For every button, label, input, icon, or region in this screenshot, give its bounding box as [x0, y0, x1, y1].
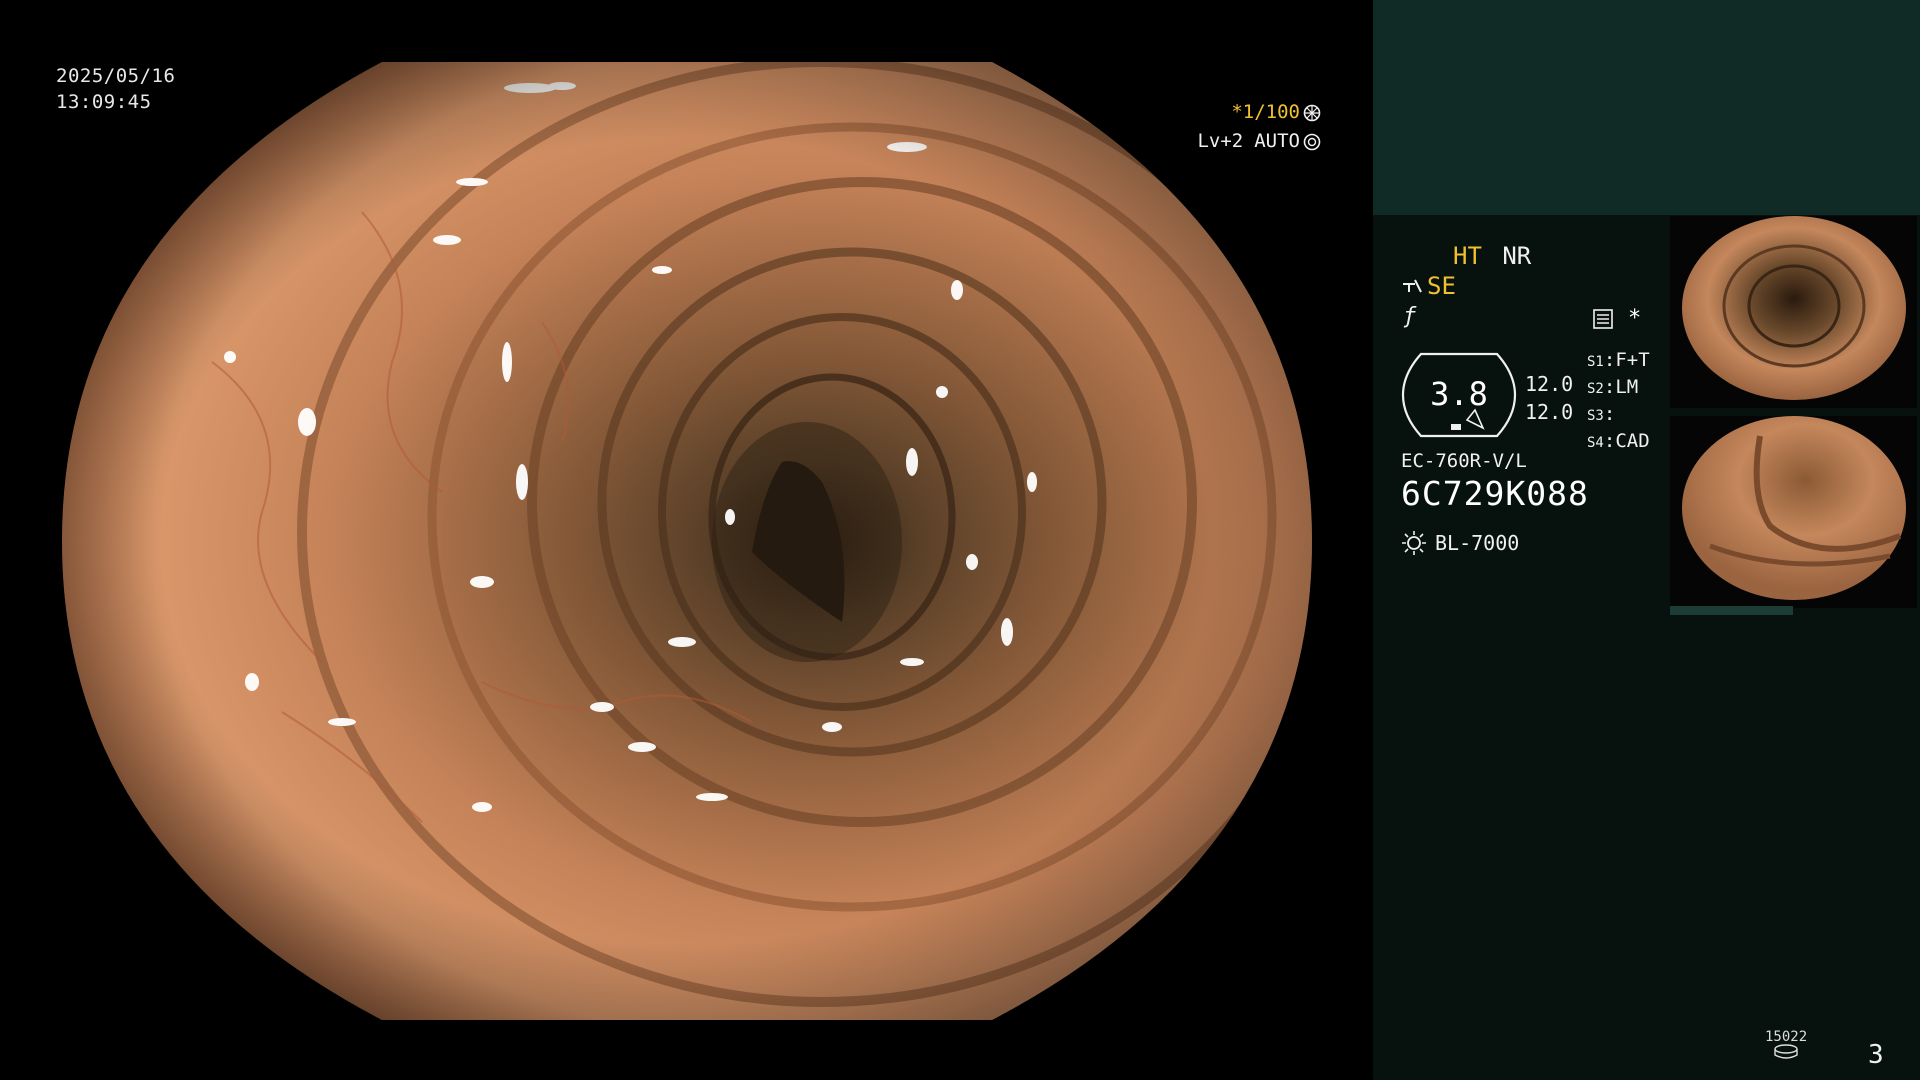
thumbnail-1[interactable]: [1670, 216, 1917, 408]
scope-switches: S1:F+T S2:LM S3: S4:CAD: [1587, 348, 1650, 456]
endoscopic-image: [62, 62, 1312, 1020]
light-source: BL-7000: [1401, 530, 1519, 556]
date-time-overlay: 2025/05/16 13:09:45: [56, 63, 175, 115]
freeze-icon: [1303, 104, 1321, 121]
function-glyph: ƒ: [1403, 304, 1417, 329]
structure-enhance-icon: [1403, 279, 1422, 293]
panel-header-block: [1373, 0, 1920, 215]
thumbnail-image-2: [1682, 416, 1906, 600]
scope-model: EC-760R-V/L: [1401, 450, 1527, 472]
time-label: 13:09:45: [56, 91, 152, 113]
date-label: 2025/05/16: [56, 65, 176, 87]
light-source-label: BL-7000: [1435, 531, 1520, 555]
record-icons: *: [1592, 306, 1641, 331]
storage-counter: 15022: [1765, 1030, 1807, 1063]
scope-serial: 6C729K088: [1401, 474, 1589, 513]
image-flags: HT NR: [1453, 242, 1531, 270]
switch-s1: S1:F+T: [1587, 349, 1650, 371]
se-row: SE: [1401, 272, 1456, 300]
switch-s2: S2:LM: [1587, 376, 1639, 398]
asterisk-icon: *: [1628, 306, 1642, 331]
disk-icon: [1774, 1044, 1798, 1059]
endoscope-view: 2025/05/16 13:09:45 *1/100 Lv+2 AUTO: [0, 0, 1373, 1080]
gauge-value: 3.8: [1430, 375, 1488, 413]
brightness-level: Lv+2: [1197, 130, 1244, 152]
record-icon: [1593, 308, 1613, 329]
ht-flag: HT: [1453, 242, 1482, 270]
thumbnail-2[interactable]: [1670, 416, 1917, 608]
light-source-icon: [1402, 531, 1426, 555]
thumbnail-image-1: [1682, 216, 1906, 400]
thumbnail-progress: [1670, 606, 1793, 615]
setting-b: 12.0: [1525, 400, 1574, 424]
auto-iris-icon: [1303, 133, 1321, 150]
exposure-info: *1/100 Lv+2 AUTO: [1197, 98, 1321, 156]
page-number: 3: [1868, 1040, 1884, 1070]
switch-s4: S4:CAD: [1587, 430, 1650, 452]
counter-value: 15022: [1765, 1029, 1808, 1045]
switch-s3: S3:: [1587, 403, 1616, 425]
nr-flag: NR: [1502, 242, 1532, 270]
settings-values: 12.0 12.0: [1525, 370, 1573, 426]
iris-mode: AUTO: [1254, 130, 1300, 152]
setting-a: 12.0: [1525, 372, 1574, 396]
se-flag: SE: [1427, 272, 1456, 300]
shutter-speed: *1/100: [1231, 101, 1300, 123]
